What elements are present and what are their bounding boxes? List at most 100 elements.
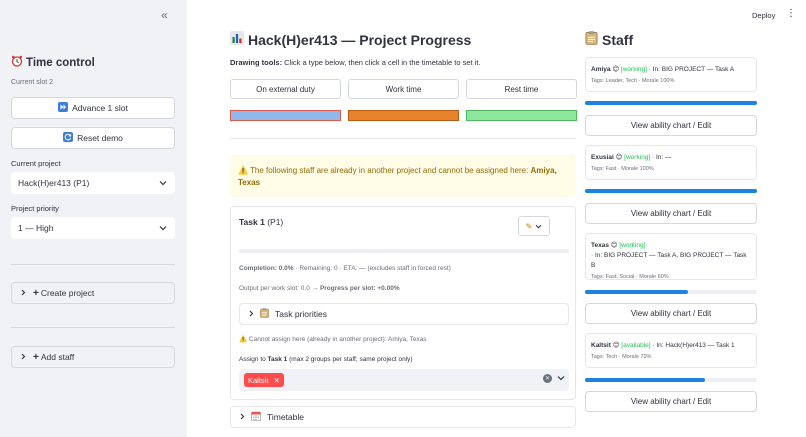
reset-demo-button[interactable]: Reset demo [11, 127, 175, 149]
time-control-heading: Time control [11, 55, 95, 70]
staff-projects: · In: BIG PROJECT — Task A [646, 66, 735, 73]
chevron-down-icon [159, 178, 167, 188]
reset-demo-label: Reset demo [77, 133, 123, 143]
external-duty-swatch [230, 110, 341, 121]
clipboard-icon [260, 308, 269, 320]
view-ability-label: View ability chart / Edit [630, 397, 712, 406]
create-project-expander[interactable]: + Create project [11, 282, 175, 304]
output-text: Output per work slot: 0.0 → [239, 285, 320, 292]
cannot-assign-text: Cannot assign here (already in another p… [248, 336, 427, 343]
advance-slot-button[interactable]: Advance 1 slot [11, 97, 175, 119]
refresh-icon [63, 132, 74, 144]
morale-bar [585, 290, 757, 294]
task-priorities-expander[interactable]: Task priorities [239, 303, 569, 325]
staff-status: [available] [621, 342, 651, 349]
project-priority-value: 1 — High [18, 223, 54, 233]
view-ability-button[interactable]: View ability chart / Edit [585, 203, 757, 224]
chevron-right-icon [240, 412, 245, 422]
assign-prefix: Assign to [239, 356, 268, 363]
view-ability-label: View ability chart / Edit [630, 209, 712, 218]
current-project-label: Current project [11, 159, 61, 168]
morale-bar-fill [585, 189, 757, 193]
staff-tags: Tags: Leader, Tech · Morale 100% [591, 78, 675, 84]
mode-external-duty-button[interactable]: On external duty [230, 79, 341, 99]
next-track-icon [58, 102, 69, 114]
mode-work-time-button[interactable]: Work time [348, 79, 459, 99]
add-staff-expander[interactable]: + Add staff [11, 346, 175, 368]
task-edit-menu-button[interactable]: ✎ [518, 216, 550, 236]
clear-all-icon[interactable]: ✕ [543, 374, 552, 383]
clipboard-icon [585, 31, 598, 48]
staff-line: Texas 😊 [working] [591, 241, 751, 251]
staff-line: Kaltsit 😊 [available] · In: Hack(H)er413… [591, 341, 751, 351]
staff-projects: · In: BIG PROJECT — Task A, BIG PROJECT … [591, 252, 747, 269]
divider [11, 327, 175, 328]
divider [11, 264, 175, 265]
output-bold: Progress per slot: +0.00% [319, 285, 400, 292]
task-title: Task 1 (P1) [239, 217, 283, 227]
staff-name: Kaltsit [591, 342, 611, 349]
project-priority-select[interactable]: 1 — High [11, 217, 175, 239]
staff-status: [working] [624, 154, 651, 161]
view-ability-button[interactable]: View ability chart / Edit [585, 391, 757, 412]
morale-bar [585, 378, 757, 382]
warning-alert: ⚠️ The following staff are already in an… [230, 155, 576, 197]
staff-projects: · In: — [650, 154, 672, 161]
main-menu-icon[interactable]: ⋮ [786, 8, 796, 19]
task-output: Output per work slot: 0.0 → Progress per… [239, 285, 400, 292]
chevron-right-icon [21, 352, 26, 362]
staff-heading: Staff [585, 31, 633, 48]
warning-icon: ⚠️ [239, 336, 248, 343]
bar-chart-icon [230, 31, 244, 48]
task-completion: Completion: 0.0% · Remaining: 0 · ETA: —… [239, 265, 451, 272]
remove-tag-icon[interactable]: ✕ [273, 376, 279, 385]
work-time-swatch [348, 110, 459, 121]
collapse-sidebar-button[interactable]: « [161, 8, 168, 22]
create-project-label: Create project [40, 288, 95, 298]
morale-bar-fill [585, 101, 757, 105]
task-card: Task 1 (P1) ✎ Completion: 0.0% · Remaini… [230, 206, 576, 400]
chevron-right-icon [21, 288, 26, 298]
staff-tags: Tags: Fast · Morale 100% [591, 166, 654, 172]
staff-line: Exusiai 😊 [working] · In: — [591, 153, 751, 163]
time-control-title: Time control [26, 56, 95, 69]
staff-tags: Tags: Tech · Morale 70% [591, 354, 652, 360]
chevron-right-icon [249, 309, 254, 319]
deploy-button[interactable]: Deploy [752, 11, 775, 20]
smiley-icon: 😊 [615, 154, 623, 161]
task-name: Task 1 [239, 217, 265, 227]
drawing-tools-bold: Drawing tools: [230, 58, 283, 67]
assign-task: Task 1 [267, 356, 288, 363]
staff-name: Amiya [591, 66, 611, 73]
chevron-down-icon [159, 223, 167, 233]
page-title: Hack(H)er413 — Project Progress [230, 31, 471, 48]
selected-staff-name: Kaltsit [248, 375, 269, 385]
view-ability-button[interactable]: View ability chart / Edit [585, 303, 757, 324]
view-ability-button[interactable]: View ability chart / Edit [585, 115, 757, 136]
mode-rest-time-button[interactable]: Rest time [466, 79, 577, 99]
staff-title-text: Staff [602, 31, 634, 48]
staff-tags: Tags: Fast, Social · Morale 60% [591, 274, 669, 280]
task-priority: (P1) [264, 217, 284, 227]
assign-staff-multiselect[interactable]: Kaltsit ✕ ✕ [239, 369, 569, 391]
staff-projects: · In: Hack(H)er413 — Task 1 [650, 342, 735, 349]
chevron-down-icon[interactable] [557, 373, 565, 383]
view-ability-label: View ability chart / Edit [630, 309, 712, 318]
chevron-down-icon [535, 222, 542, 231]
mode-label: Work time [385, 84, 422, 94]
staff-card-exusiai: Exusiai 😊 [working] · In: — Tags: Fast ·… [585, 145, 757, 180]
cannot-assign-note: ⚠️ Cannot assign here (already in anothe… [239, 335, 427, 343]
smiley-icon: 😊 [612, 342, 620, 349]
staff-card-texas: Texas 😊 [working] · In: BIG PROJECT — Ta… [585, 233, 757, 280]
completion-rest: · Remaining: 0 · ETA: — (excludes staff … [293, 265, 451, 272]
current-slot-text: Current slot 2 [11, 79, 54, 86]
morale-bar [585, 101, 757, 105]
morale-bar [585, 189, 757, 193]
staff-card-amiya: Amiya 😊 [working] · In: BIG PROJECT — Ta… [585, 57, 757, 92]
warning-text: The following staff are already in anoth… [250, 166, 531, 175]
timetable-expander[interactable]: Timetable [230, 406, 576, 428]
rest-time-swatch [466, 110, 577, 121]
timetable-label: Timetable [267, 412, 305, 422]
current-project-select[interactable]: Hack(H)er413 (P1) [11, 172, 175, 194]
drawing-tools-text: Click a type below, then click a cell in… [282, 58, 481, 67]
